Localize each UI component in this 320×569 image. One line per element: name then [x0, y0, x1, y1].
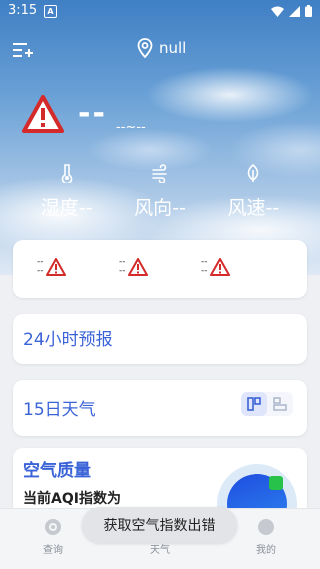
rows-icon — [273, 397, 287, 411]
user-icon — [258, 519, 274, 535]
status-icons — [271, 5, 312, 17]
wind-direction-metric: 风向-- — [120, 163, 200, 220]
wind-speed-label: 风速-- — [227, 197, 280, 219]
forecast-strip-card: -- -- -- -- -- -- — [13, 240, 307, 298]
add-city-menu-icon[interactable] — [12, 40, 34, 60]
forecast-item: -- -- — [119, 258, 148, 276]
wifi-icon — [271, 6, 284, 17]
forecast-value-bottom: -- — [201, 266, 208, 276]
top-bar: null — [0, 36, 320, 64]
nav-tab-query-label: 查询 — [43, 545, 63, 556]
forecast-value-bottom: -- — [119, 266, 126, 276]
aqi-label: 当前AQI指数为 — [23, 491, 121, 507]
location-pin-icon — [137, 38, 153, 58]
location-selector[interactable]: null — [137, 38, 186, 58]
humidity-metric: 湿度-- — [27, 163, 107, 220]
chart-view-button[interactable] — [241, 392, 267, 416]
temperature-range: --~-- — [116, 120, 146, 135]
forecast-item: -- -- — [37, 258, 66, 276]
warning-icon — [127, 258, 148, 276]
nav-tab-mine-label: 我的 — [256, 545, 276, 556]
nav-tab-mine[interactable]: 我的 — [236, 519, 296, 556]
list-view-button[interactable] — [267, 392, 293, 416]
warning-icon — [209, 258, 230, 276]
nav-tab-query[interactable]: 查询 — [23, 519, 83, 556]
notification-icon: A — [44, 5, 57, 18]
forecast-item: -- -- — [201, 258, 230, 276]
aqi-level-marker — [269, 476, 283, 490]
warning-icon — [45, 258, 66, 276]
status-time: 3:15 — [8, 3, 38, 18]
error-toast: 获取空气指数出错 — [82, 507, 237, 543]
humidity-label: 湿度-- — [40, 197, 93, 219]
nav-tab-weather-label: 天气 — [150, 545, 170, 556]
view-toggle — [241, 392, 293, 416]
search-icon — [45, 519, 61, 535]
air-quality-title: 空气质量 — [23, 461, 91, 481]
current-temperature: -- — [78, 96, 107, 131]
weather-metrics: 湿度-- 风向-- 风速-- — [0, 163, 320, 220]
location-label: null — [159, 39, 187, 57]
battery-icon — [305, 5, 312, 17]
hourly-forecast-card[interactable]: 24小时预报 — [13, 314, 307, 364]
status-bar: 3:15 A — [0, 0, 320, 24]
columns-icon — [247, 397, 261, 411]
daily-forecast-title: 15日天气 — [23, 400, 96, 420]
signal-icon — [289, 5, 300, 17]
weather-warning-icon — [22, 95, 64, 133]
wind-direction-label: 风向-- — [134, 197, 186, 219]
forecast-value-bottom: -- — [37, 266, 44, 276]
hourly-forecast-title: 24小时预报 — [23, 330, 113, 350]
wind-icon — [152, 164, 167, 183]
daily-forecast-card: 15日天气 — [13, 380, 307, 436]
thermometer-icon — [61, 164, 72, 183]
wind-speed-metric: 风速-- — [213, 163, 293, 220]
leaf-icon — [248, 163, 259, 182]
